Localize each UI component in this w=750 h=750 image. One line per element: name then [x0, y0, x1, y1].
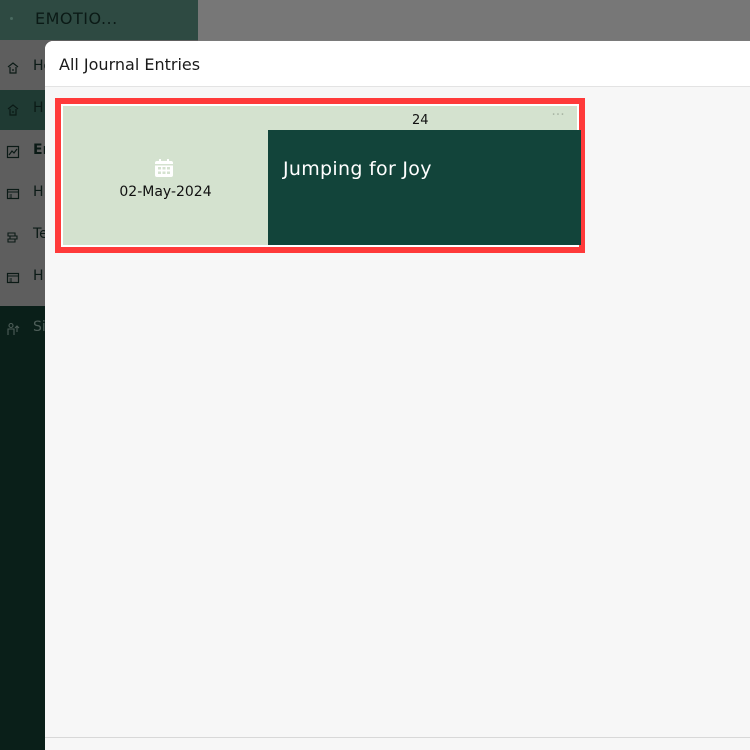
journal-entries-modal: All Journal Entries 02-May-2024 24 ··· J…: [45, 41, 750, 750]
entry-date: 02-May-2024: [119, 184, 212, 200]
cash-icon: [6, 228, 20, 243]
card-content: 02-May-2024 24 ··· Jumping for Joy: [63, 106, 581, 245]
modal-title: All Journal Entries: [59, 55, 201, 74]
modal-footer-divider: [45, 737, 750, 738]
chart-icon: [6, 144, 20, 159]
menu-dot-icon[interactable]: [10, 17, 13, 20]
app-title: EMOTIO...: [35, 9, 118, 28]
calendar-icon: [154, 158, 174, 178]
card-title-panel: Jumping for Joy: [268, 130, 581, 245]
sidebar-item-label: H: [33, 268, 44, 284]
sidebar-item-label: H: [33, 184, 44, 200]
entry-title: Jumping for Joy: [283, 158, 432, 180]
sign-out-icon: [6, 321, 20, 335]
entry-count: 24: [412, 113, 429, 128]
more-options-icon[interactable]: ···: [545, 108, 571, 128]
journal-entry-card[interactable]: 02-May-2024 24 ··· Jumping for Joy: [55, 98, 585, 253]
modal-header: All Journal Entries: [45, 41, 750, 87]
home-icon: [6, 102, 20, 116]
card-date-panel: 02-May-2024: [63, 106, 268, 245]
card-icon: [6, 270, 20, 284]
home-icon: [6, 60, 20, 74]
sidebar-item-label: H: [33, 100, 44, 116]
card-icon: [6, 186, 20, 200]
sidebar-header: EMOTIO...: [0, 0, 198, 40]
